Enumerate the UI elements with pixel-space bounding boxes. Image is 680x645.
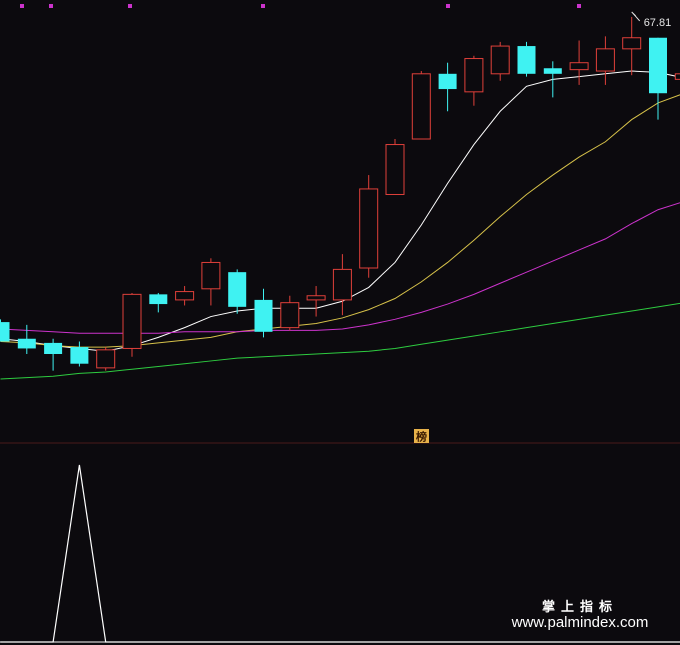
candle [411, 71, 431, 140]
candle-body [490, 45, 510, 75]
watermark-cn: 掌上指标 [542, 599, 618, 615]
moving-average-line [0, 200, 680, 334]
candle-body [96, 349, 116, 369]
peak-arrow-icon [631, 11, 641, 22]
candle-body [622, 37, 642, 50]
top-marker-dot [446, 4, 450, 8]
candle-body [70, 347, 89, 364]
candle [306, 286, 326, 317]
top-marker-dot [577, 4, 581, 8]
candle-body [0, 322, 10, 342]
watermark: 掌上指标 www.palmindex.com [511, 599, 649, 631]
candle [490, 41, 510, 81]
peak-price-text: 67.81 [644, 17, 672, 29]
candle [543, 61, 562, 98]
candle [359, 175, 379, 278]
candle [569, 40, 589, 85]
candle-body [228, 272, 247, 307]
candle [595, 36, 615, 85]
candle-body [649, 37, 667, 94]
candle [70, 341, 89, 367]
moving-average-line [0, 70, 680, 352]
moving-average-lines [0, 70, 680, 380]
candle [622, 16, 642, 76]
candlesticks [0, 16, 680, 371]
top-marker-dot [49, 4, 53, 8]
candle-body [332, 268, 352, 301]
watermark-url: www.palmindex.com [511, 614, 649, 631]
candle [122, 292, 142, 357]
candle [254, 288, 273, 338]
candle-body [254, 299, 273, 332]
candle-body [438, 73, 457, 90]
top-marker-dot [20, 4, 24, 8]
candle [280, 295, 300, 331]
candle-body [543, 68, 562, 74]
annotation-badge: 榜 [414, 429, 429, 444]
moving-average-line [0, 92, 680, 348]
candle-body [201, 261, 221, 290]
chart-stage: 67.81 榜 掌上指标 www.palmindex.com [0, 0, 680, 645]
candle-body [175, 291, 195, 301]
candle [228, 269, 247, 314]
candle [464, 55, 484, 106]
candle [44, 338, 63, 371]
candle-body [569, 62, 589, 71]
peak-price-label: 67.81 [631, 11, 672, 29]
top-marker-dot [128, 4, 132, 8]
candle [201, 258, 221, 306]
candle-body [44, 342, 63, 354]
candle-body [17, 338, 36, 349]
candle-body [464, 58, 484, 93]
candle [96, 347, 116, 371]
top-marker-dot [261, 4, 265, 8]
candle-body [674, 73, 680, 80]
candle [438, 62, 457, 112]
top-marker-dots [20, 4, 581, 8]
candle [674, 73, 680, 80]
candle-body [359, 188, 379, 269]
candle [149, 292, 168, 313]
candle [175, 286, 195, 306]
candle [332, 254, 352, 316]
annotation-badge-text: 榜 [416, 430, 427, 444]
candle [517, 41, 536, 77]
candle [17, 324, 36, 354]
candle [0, 319, 10, 342]
candle-body [122, 293, 142, 349]
candle-body [306, 295, 326, 301]
candle-body [411, 73, 431, 140]
candle-body [517, 46, 536, 74]
candle-body [595, 48, 615, 72]
candle [385, 139, 405, 195]
candle-body [280, 302, 300, 329]
stock-chart: 67.81 榜 掌上指标 www.palmindex.com [0, 4, 680, 643]
candle-body [385, 144, 405, 195]
candle-body [149, 294, 168, 305]
